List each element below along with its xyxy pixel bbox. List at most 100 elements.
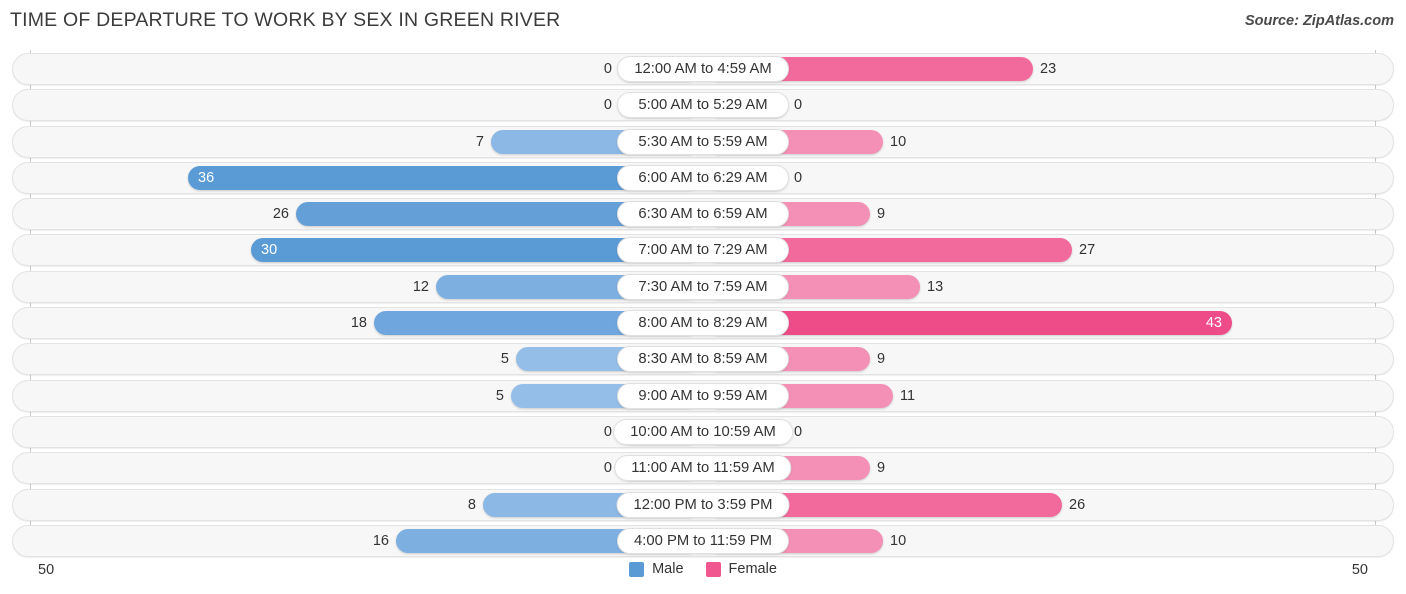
male-value-label: 36 bbox=[198, 169, 215, 186]
female-value-label: 9 bbox=[877, 460, 886, 477]
female-value-label: 0 bbox=[794, 423, 803, 440]
table-row: 36 0 6:00 AM to 6:29 AM bbox=[12, 161, 1394, 194]
female-value-label: 9 bbox=[877, 206, 886, 223]
category-label: 5:30 AM to 5:59 AM bbox=[617, 128, 789, 155]
male-value-label: 7 bbox=[475, 133, 484, 150]
chart-legend: Male Female bbox=[0, 561, 1406, 577]
category-label: 9:00 AM to 9:59 AM bbox=[617, 382, 789, 409]
female-bar-group: 43 bbox=[715, 311, 1394, 336]
chart-header: TIME OF DEPARTURE TO WORK BY SEX IN GREE… bbox=[0, 0, 1406, 42]
plot-area: 0 23 12:00 AM to 4:59 AM 0 0 5:00 AM to 5:29 … bbox=[0, 50, 1406, 557]
male-bar-group: 30 bbox=[12, 238, 691, 263]
table-row: 7 10 5:30 AM to 5:59 AM bbox=[12, 125, 1394, 158]
table-row: 8 26 12:00 PM to 3:59 PM bbox=[12, 488, 1394, 521]
category-label: 11:00 AM to 11:59 AM bbox=[614, 455, 792, 482]
male-value-label: 0 bbox=[603, 423, 612, 440]
page-title: TIME OF DEPARTURE TO WORK BY SEX IN GREE… bbox=[10, 9, 561, 31]
male-value-label: 0 bbox=[603, 61, 612, 77]
category-label: 6:30 AM to 6:59 AM bbox=[617, 201, 789, 228]
female-value-label: 13 bbox=[927, 278, 944, 295]
category-label: 10:00 AM to 10:59 AM bbox=[613, 418, 793, 445]
table-row: 18 43 8:00 AM to 8:29 AM bbox=[12, 307, 1394, 340]
female-bar-group: 0 bbox=[715, 165, 1394, 190]
female-bar-group: 27 bbox=[715, 238, 1394, 263]
female-value-label: 10 bbox=[890, 133, 907, 150]
table-row: 0 0 5:00 AM to 5:29 AM bbox=[12, 89, 1394, 122]
male-bar-group: 16 bbox=[12, 528, 691, 553]
female-bar-group: 10 bbox=[715, 528, 1394, 553]
legend-label: Male bbox=[652, 561, 684, 577]
table-row: 12 13 7:30 AM to 7:59 AM bbox=[12, 270, 1394, 303]
female-value-label: 23 bbox=[1040, 61, 1057, 77]
category-label: 5:00 AM to 5:29 AM bbox=[617, 92, 789, 119]
male-bar-group: 0 bbox=[12, 93, 691, 118]
male-bar-group: 18 bbox=[12, 311, 691, 336]
male-bar-group: 12 bbox=[12, 274, 691, 299]
table-row: 0 9 11:00 AM to 11:59 AM bbox=[12, 452, 1394, 485]
male-value-label: 5 bbox=[495, 387, 504, 404]
table-row: 0 23 12:00 AM to 4:59 AM bbox=[12, 53, 1394, 85]
table-row: 0 0 10:00 AM to 10:59 AM bbox=[12, 415, 1394, 448]
category-label: 7:00 AM to 7:29 AM bbox=[617, 237, 789, 264]
legend-swatch-icon bbox=[629, 561, 645, 577]
category-label: 7:30 AM to 7:59 AM bbox=[617, 273, 789, 300]
male-value-label: 30 bbox=[261, 242, 278, 259]
male-bar-group: 0 bbox=[12, 57, 691, 81]
female-bar-group: 9 bbox=[715, 202, 1394, 227]
bar-rows: 0 23 12:00 AM to 4:59 AM 0 0 5:00 AM to 5:29 … bbox=[12, 53, 1394, 561]
female-bar-group: 26 bbox=[715, 492, 1394, 517]
legend-item-male[interactable]: Male bbox=[629, 561, 684, 577]
female-bar-group: 23 bbox=[715, 57, 1394, 81]
male-value-label: 0 bbox=[603, 460, 612, 477]
source-attribution: Source: ZipAtlas.com bbox=[1244, 13, 1394, 29]
male-bar-group: 8 bbox=[12, 492, 691, 517]
male-value-label: 16 bbox=[372, 532, 389, 549]
table-row: 5 11 9:00 AM to 9:59 AM bbox=[12, 379, 1394, 412]
male-bar-group: 5 bbox=[12, 347, 691, 372]
female-bar-group: 9 bbox=[715, 456, 1394, 481]
male-bar-group: 0 bbox=[12, 456, 691, 481]
legend-swatch-icon bbox=[705, 561, 721, 577]
legend-label: Female bbox=[728, 561, 777, 577]
chart-root: TIME OF DEPARTURE TO WORK BY SEX IN GREE… bbox=[0, 0, 1406, 594]
category-label: 12:00 AM to 4:59 AM bbox=[617, 56, 789, 82]
female-bar-group: 9 bbox=[715, 347, 1394, 372]
category-label: 12:00 PM to 3:59 PM bbox=[616, 491, 790, 518]
chart-footer: 50 50 Male Female bbox=[0, 556, 1406, 594]
table-row: 30 27 7:00 AM to 7:29 AM bbox=[12, 234, 1394, 267]
female-bar-group: 11 bbox=[715, 383, 1394, 408]
category-label: 8:00 AM to 8:29 AM bbox=[617, 310, 789, 337]
table-row: 26 9 6:30 AM to 6:59 AM bbox=[12, 198, 1394, 231]
category-label: 6:00 AM to 6:29 AM bbox=[617, 164, 789, 191]
female-value-label: 9 bbox=[877, 351, 886, 368]
male-value-label: 12 bbox=[412, 278, 429, 295]
male-value-label: 18 bbox=[350, 315, 367, 332]
female-value-label: 0 bbox=[794, 97, 803, 114]
table-row: 16 10 4:00 PM to 11:59 PM bbox=[12, 524, 1394, 557]
male-bar-group: 26 bbox=[12, 202, 691, 227]
female-value-label: 43 bbox=[1205, 315, 1222, 332]
category-label: 4:00 PM to 11:59 PM bbox=[617, 527, 789, 554]
female-bar-group: 13 bbox=[715, 274, 1394, 299]
female-bar[interactable]: 43 bbox=[715, 311, 1232, 336]
male-value-label: 5 bbox=[500, 351, 509, 368]
male-bar-group: 36 bbox=[12, 165, 691, 190]
female-value-label: 0 bbox=[794, 169, 803, 186]
male-bar-group: 0 bbox=[12, 419, 691, 444]
male-value-label: 8 bbox=[467, 496, 476, 513]
table-row: 5 9 8:30 AM to 8:59 AM bbox=[12, 343, 1394, 376]
female-value-label: 11 bbox=[900, 387, 916, 404]
male-value-label: 0 bbox=[603, 97, 612, 114]
legend-item-female[interactable]: Female bbox=[705, 561, 777, 577]
male-bar-group: 5 bbox=[12, 383, 691, 408]
category-label: 8:30 AM to 8:59 AM bbox=[617, 346, 789, 373]
male-bar-group: 7 bbox=[12, 129, 691, 154]
female-value-label: 10 bbox=[890, 532, 907, 549]
female-value-label: 27 bbox=[1079, 242, 1096, 259]
female-value-label: 26 bbox=[1069, 496, 1086, 513]
female-bar-group: 0 bbox=[715, 93, 1394, 118]
male-value-label: 26 bbox=[272, 206, 289, 223]
female-bar-group: 0 bbox=[715, 419, 1394, 444]
female-bar-group: 10 bbox=[715, 129, 1394, 154]
male-bar[interactable]: 36 bbox=[188, 165, 691, 190]
